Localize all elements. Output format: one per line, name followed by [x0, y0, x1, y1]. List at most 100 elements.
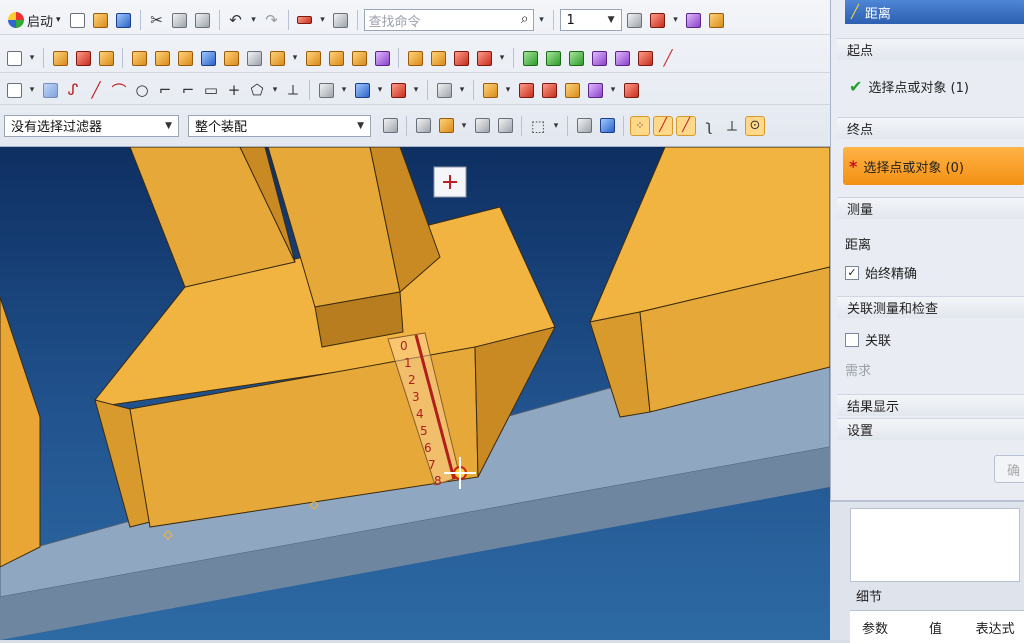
snap-point-on-curve-button[interactable]: ╱: [676, 115, 696, 136]
always-precise-option[interactable]: ✓ 始终精确: [845, 263, 917, 282]
line-button[interactable]: ╱: [658, 48, 678, 68]
always-precise-checkbox[interactable]: ✓: [845, 265, 859, 280]
intersect-button[interactable]: [267, 48, 287, 68]
column-header[interactable]: 值: [929, 618, 976, 637]
edit-object-button[interactable]: [684, 10, 704, 30]
revolve-button[interactable]: [73, 48, 93, 68]
fillet-button[interactable]: ⌐: [155, 80, 175, 100]
move-component-button[interactable]: [589, 48, 609, 68]
circle-button[interactable]: ○: [132, 80, 152, 100]
profile-button[interactable]: [40, 80, 60, 100]
edge-blend-button[interactable]: [303, 48, 323, 68]
studio-spline-button[interactable]: ᔑ: [63, 80, 83, 100]
hole-button[interactable]: [96, 48, 116, 68]
view-dropdown[interactable]: ▾: [339, 80, 349, 100]
select-body-button[interactable]: [574, 116, 594, 136]
touch-mode-button[interactable]: [331, 10, 351, 30]
explode-button[interactable]: [621, 80, 641, 100]
copy-button[interactable]: [170, 10, 190, 30]
trim-curve-button[interactable]: ⟂: [283, 80, 303, 100]
measure-section[interactable]: 测量: [837, 197, 1024, 219]
unite-button[interactable]: [221, 48, 241, 68]
render-style-button[interactable]: [352, 80, 372, 100]
box-select-button[interactable]: ⬚: [528, 116, 548, 136]
component-a-button[interactable]: [516, 80, 536, 100]
assembly-nav-button[interactable]: [480, 80, 500, 100]
start-point-section[interactable]: 起点: [837, 38, 1024, 60]
measure-menu-button[interactable]: [295, 10, 315, 30]
mirror-button[interactable]: [175, 48, 195, 68]
thread-button[interactable]: [428, 48, 448, 68]
chamfer-curve-button[interactable]: ⌐: [178, 80, 198, 100]
feature-select-button[interactable]: [413, 116, 433, 136]
ok-button[interactable]: 确: [994, 455, 1024, 483]
sketch-plane-dropdown[interactable]: ▾: [27, 80, 37, 100]
snap-curve-button[interactable]: ʅ: [699, 116, 719, 136]
subtract-button[interactable]: [244, 48, 264, 68]
component-dropdown[interactable]: ▾: [608, 80, 618, 100]
component-c-button[interactable]: [562, 80, 582, 100]
snap-intersect-button[interactable]: ⟂: [722, 116, 742, 136]
layer-settings-button[interactable]: [434, 80, 454, 100]
select-solid-button[interactable]: [597, 116, 617, 136]
settings-section[interactable]: 设置: [837, 418, 1024, 440]
cut-button[interactable]: ✂: [147, 10, 167, 30]
layer-dropdown[interactable]: ▾: [457, 80, 467, 100]
component-d-button[interactable]: [585, 80, 605, 100]
column-header[interactable]: 参数: [850, 618, 929, 637]
end-point-section[interactable]: 终点: [837, 117, 1024, 139]
arc-button[interactable]: ⌒: [109, 80, 129, 100]
box-select-dropdown[interactable]: ▾: [551, 116, 561, 136]
start-button[interactable]: 启动 ▾: [4, 11, 65, 30]
add-select-dropdown[interactable]: ▾: [459, 116, 469, 136]
paste-button[interactable]: [193, 10, 213, 30]
sketch-plane-button[interactable]: [4, 80, 24, 100]
chamfer-button[interactable]: [326, 48, 346, 68]
snap-a-button[interactable]: [472, 116, 492, 136]
assembly-add-button[interactable]: [520, 48, 540, 68]
curve-button[interactable]: [566, 48, 586, 68]
layer-button[interactable]: [625, 10, 645, 30]
save-button[interactable]: [114, 10, 134, 30]
book-button[interactable]: [198, 48, 218, 68]
snap-midpoint-button[interactable]: ╱: [653, 115, 673, 136]
general-select-button[interactable]: [380, 116, 400, 136]
sketch-dropdown[interactable]: ▾: [27, 48, 37, 68]
selection-filter-combo[interactable]: 没有选择过滤器 ▼: [4, 114, 179, 137]
polygon-dropdown[interactable]: ▾: [270, 80, 280, 100]
search-icon[interactable]: ⌕: [521, 11, 529, 27]
snap-b-button[interactable]: [495, 116, 515, 136]
component-b-button[interactable]: [539, 80, 559, 100]
search-dropdown[interactable]: ▾: [537, 10, 547, 30]
surface-button[interactable]: [635, 48, 655, 68]
command-search-input[interactable]: 查找命令 ⌕: [363, 9, 534, 31]
selection-scope-combo[interactable]: 整个装配 ▼: [188, 114, 371, 137]
open-button[interactable]: [91, 10, 111, 30]
block-button[interactable]: [405, 48, 425, 68]
new-file-button[interactable]: [68, 10, 88, 30]
offset-face-button[interactable]: [474, 48, 494, 68]
show-hide-button[interactable]: [388, 80, 408, 100]
measure-dropdown[interactable]: ▾: [318, 10, 328, 30]
assembly-dropdown[interactable]: ▾: [503, 80, 513, 100]
associative-checkbox[interactable]: [845, 332, 859, 347]
extrude-button[interactable]: [50, 48, 70, 68]
undo-dropdown[interactable]: ▾: [249, 10, 259, 30]
rectangle-button[interactable]: ▭: [201, 80, 221, 100]
add-select-button[interactable]: [436, 116, 456, 136]
sketch-button[interactable]: [4, 48, 24, 68]
start-point-selector[interactable]: ✔ 选择点或对象 (1): [843, 68, 1024, 104]
quantity-combo[interactable]: 1 ▼: [559, 9, 622, 31]
pattern-button[interactable]: [152, 48, 172, 68]
view-orient-button[interactable]: [316, 80, 336, 100]
wcs-dropdown[interactable]: ▾: [671, 10, 681, 30]
sweep-button[interactable]: [129, 48, 149, 68]
trim-body-button[interactable]: [451, 48, 471, 68]
boolean-dropdown[interactable]: ▾: [290, 48, 300, 68]
draft-button[interactable]: [372, 48, 392, 68]
constraint-button[interactable]: [543, 48, 563, 68]
snap-endpoint-button[interactable]: ⁘: [630, 115, 650, 136]
shell-button[interactable]: [349, 48, 369, 68]
undo-button[interactable]: ↶: [226, 10, 246, 30]
more-dropdown[interactable]: ▾: [497, 48, 507, 68]
